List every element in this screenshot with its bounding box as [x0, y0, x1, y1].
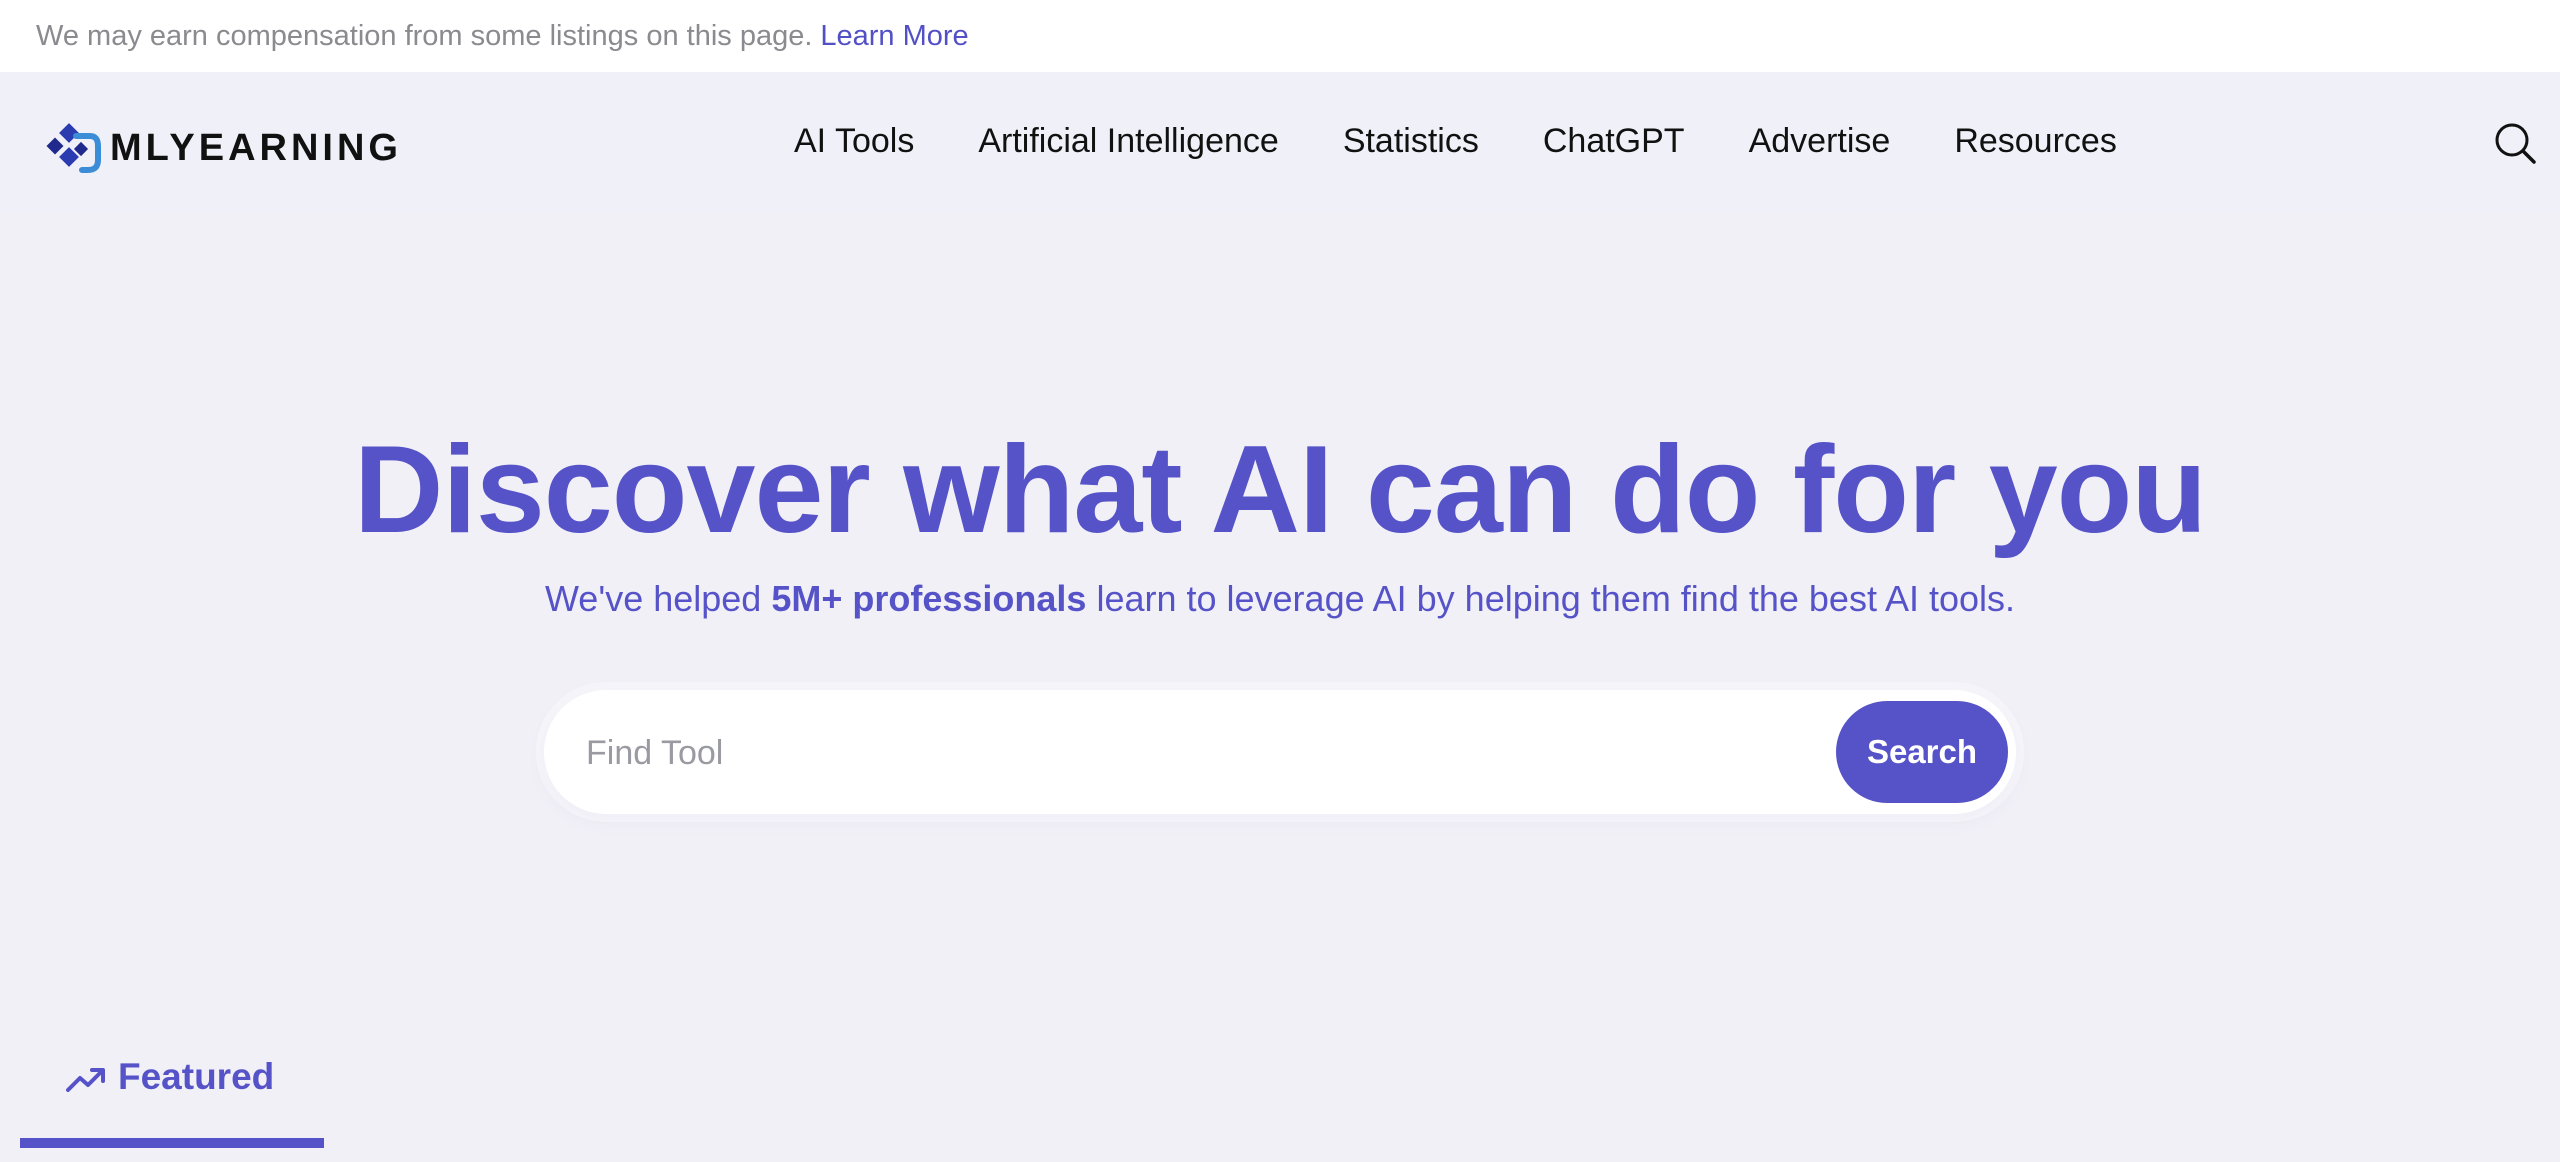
hero-subtitle: We've helped 5M+ professionals learn to … [0, 578, 2560, 620]
search-icon[interactable] [2492, 120, 2538, 166]
nav-advertise[interactable]: Advertise [1749, 122, 1891, 161]
main-nav: AI Tools Artificial Intelligence Statist… [794, 122, 2181, 161]
learn-more-link[interactable]: Learn More [820, 20, 968, 53]
trending-up-icon [66, 1068, 105, 1092]
find-tool-input[interactable] [584, 690, 1848, 816]
site-logo[interactable]: MLYEARNING [46, 120, 402, 176]
nav-resources[interactable]: Resources [1954, 122, 2117, 161]
nav-statistics[interactable]: Statistics [1343, 122, 1479, 161]
active-tab-indicator [20, 1138, 324, 1148]
search-button[interactable]: Search [1836, 701, 2008, 803]
nav-chatgpt[interactable]: ChatGPT [1543, 122, 1685, 161]
logo-text: MLYEARNING [110, 126, 402, 169]
disclosure-text: We may earn compensation from some listi… [36, 19, 813, 52]
nav-artificial-intelligence[interactable]: Artificial Intelligence [978, 122, 1278, 161]
logo-icon [46, 123, 101, 173]
compensation-disclosure-bar: We may earn compensation from some listi… [0, 0, 2560, 72]
hero-subtitle-suffix: learn to leverage AI by helping them fin… [1086, 578, 2016, 619]
nav-ai-tools[interactable]: AI Tools [794, 122, 914, 161]
tool-search-bar: Search [544, 690, 2016, 816]
tab-featured-label: Featured [118, 1056, 275, 1097]
top-navbar: MLYEARNING AI Tools Artificial Intellige… [0, 72, 2560, 214]
hero-title: Discover what AI can do for you [353, 421, 2207, 559]
tab-featured[interactable]: Featured [20, 1040, 324, 1150]
hero-subtitle-prefix: We've helped [544, 578, 772, 619]
hero-subtitle-highlight: 5M+ professionals [771, 578, 1087, 619]
